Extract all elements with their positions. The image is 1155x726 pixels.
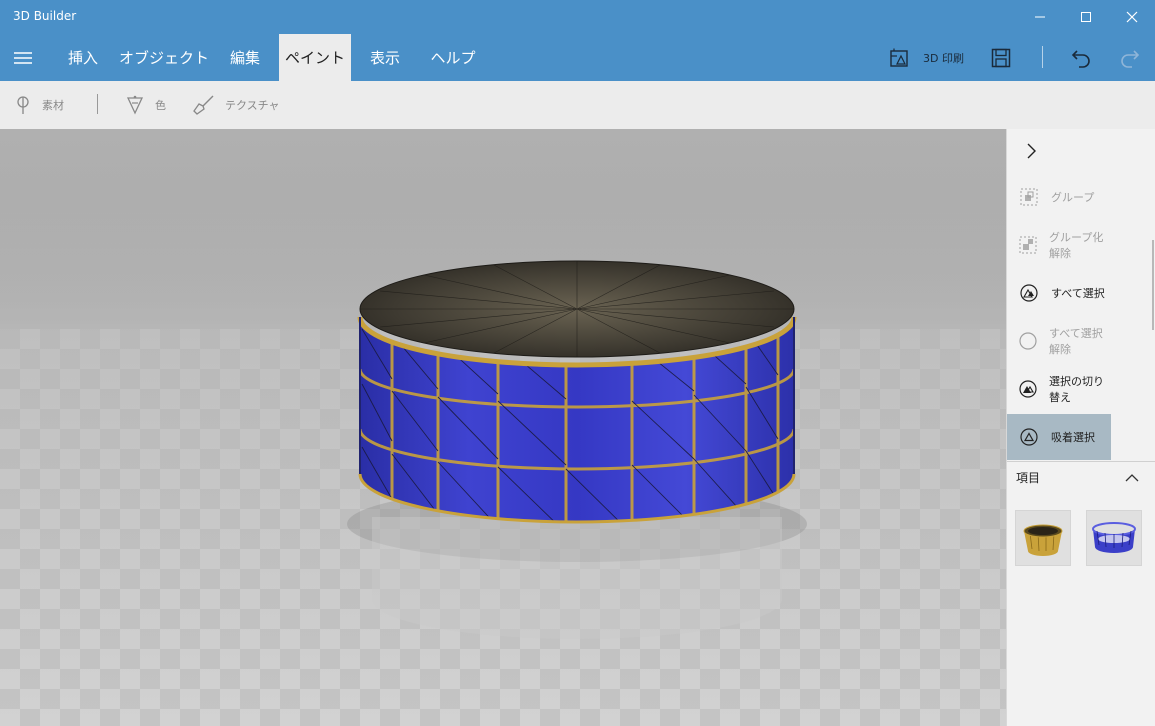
color-label: 色 [155,99,166,112]
close-button[interactable] [1109,0,1155,34]
group-button[interactable]: グループ [1007,174,1111,220]
title-bar: 3D Builder [0,0,1155,34]
tab-help[interactable]: ヘルプ [422,34,484,81]
color-bucket-icon [126,95,144,115]
3d-print-label: 3D 印刷 [923,51,964,65]
ungroup-icon [1019,235,1037,255]
deselect-all-button[interactable]: すべて選択解除 [1007,318,1111,364]
tab-object[interactable]: オブジェクト [116,34,212,81]
item-thumbnail-blue[interactable] [1086,510,1142,566]
menu-separator [1042,46,1043,68]
blue-ring-thumbnail [1092,522,1136,553]
texture-tool[interactable]: テクスチャ [193,81,280,129]
snap-select-label: 吸着選択 [1051,431,1095,444]
hamburger-menu-button[interactable] [10,46,36,70]
select-all-label: すべて選択 [1051,287,1105,300]
maximize-icon [1081,12,1091,22]
hamburger-icon [14,52,32,64]
invert-selection-button[interactable]: 選択の切り替え [1007,366,1111,412]
tab-edit[interactable]: 編集 [218,34,272,81]
invert-selection-label: 選択の切り替え [1049,375,1104,404]
3d-print-button[interactable]: 3D 印刷 [889,34,964,81]
panel-collapse-button[interactable] [1021,141,1041,161]
tab-insert[interactable]: 挿入 [56,34,110,81]
texture-label: テクスチャ [225,99,280,112]
snap-select-icon [1019,427,1039,447]
close-icon [1126,11,1138,23]
model-reflection [372,517,782,639]
undo-icon [1071,49,1090,68]
undo-button[interactable] [1069,34,1093,81]
redo-button[interactable] [1118,34,1142,81]
panel-scrollbar[interactable] [1152,240,1154,330]
gold-cylinder-thumbnail [1023,524,1063,556]
3d-viewport[interactable] [0,129,1006,726]
window-title: 3D Builder [13,9,77,23]
right-panel: グループ グループ化解除 すべて選択 すべて選択解除 選択の切り替え 吸着選択 … [1006,129,1155,726]
save-icon [991,48,1011,67]
select-all-button[interactable]: すべて選択 [1007,270,1111,316]
save-button[interactable] [990,34,1012,81]
minimize-button[interactable] [1017,0,1063,34]
chevron-up-icon[interactable] [1125,473,1139,483]
texture-brush-icon [193,95,214,115]
menu-bar: 挿入 オブジェクト 編集 ペイント 表示 ヘルプ 3D 印刷 [0,34,1155,81]
panel-divider [1007,461,1155,462]
group-icon [1019,187,1039,207]
top-facets [360,261,794,357]
deselect-all-label: すべて選択解除 [1049,327,1103,356]
redo-icon [1121,49,1140,68]
material-label: 素材 [42,99,64,112]
group-label: グループ [1051,191,1095,204]
minimize-icon [1035,16,1045,18]
ungroup-label: グループ化解除 [1049,231,1104,260]
material-tool[interactable]: 素材 [14,81,64,129]
tab-view[interactable]: 表示 [358,34,412,81]
maximize-button[interactable] [1063,0,1109,34]
invert-selection-icon [1019,379,1037,399]
paint-toolbar: 素材 色 テクスチャ [0,81,1155,129]
3d-print-icon [890,48,908,67]
color-tool[interactable]: 色 [125,81,166,129]
snap-select-button[interactable]: 吸着選択 [1007,414,1111,460]
material-icon [17,96,29,114]
deselect-all-icon [1019,331,1037,351]
cylinder-model[interactable] [357,260,797,539]
items-header: 項目 [1016,471,1041,485]
ungroup-button[interactable]: グループ化解除 [1007,222,1111,268]
scene-canvas [0,129,1006,726]
tab-paint[interactable]: ペイント [279,34,351,81]
item-thumbnail-gold[interactable] [1015,510,1071,566]
toolbar-separator [97,94,98,114]
select-all-icon [1019,283,1039,303]
